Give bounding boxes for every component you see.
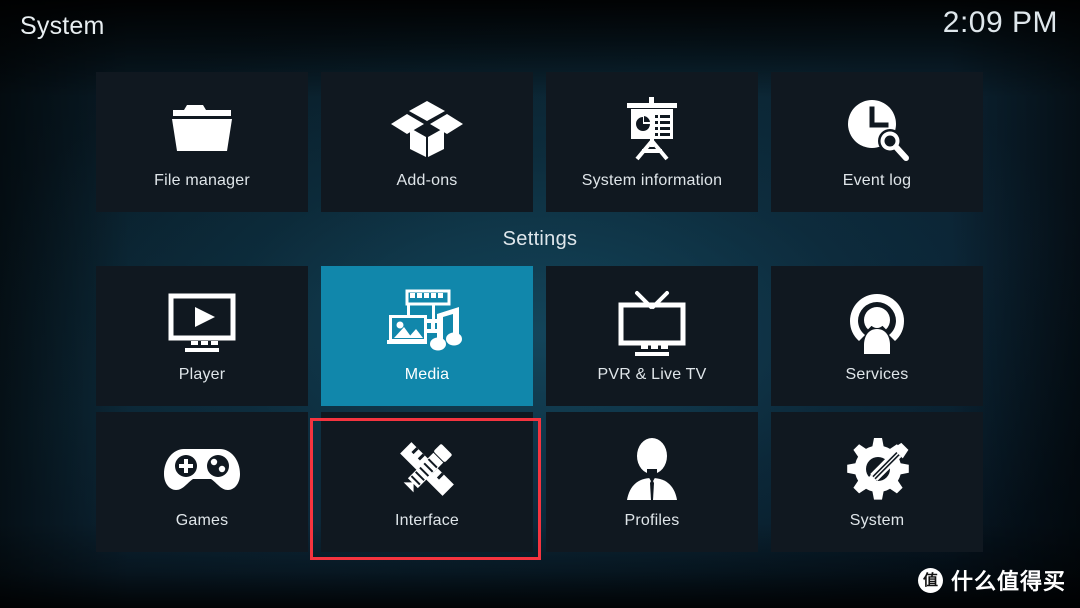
tile-label: Media (404, 366, 450, 383)
tile-label: System information (581, 172, 723, 189)
tile-label: Profiles (624, 512, 680, 529)
tile-media[interactable]: Media (321, 266, 533, 406)
tile-label: File manager (154, 172, 250, 189)
tile-interface[interactable]: Interface (321, 412, 533, 552)
tile-system-information[interactable]: System information (546, 72, 758, 212)
presentation-board-icon (546, 92, 758, 166)
tile-label: Player (178, 366, 226, 383)
pencil-ruler-icon (321, 432, 533, 506)
tile-label: Interface (394, 512, 460, 529)
tile-pvr-live-tv[interactable]: PVR & Live TV (546, 266, 758, 406)
tile-player[interactable]: Player (96, 266, 308, 406)
tv-antenna-icon (546, 286, 758, 360)
media-filmstrip-photo-music-icon (321, 286, 533, 360)
person-bust-icon (546, 432, 758, 506)
watermark-text: 什么值得买 (950, 570, 1066, 595)
tile-label: Games (175, 512, 229, 529)
person-broadcast-icon (771, 286, 983, 360)
tile-profiles[interactable]: Profiles (546, 412, 758, 552)
settings-row-1: Player Media PVR & Live TV Services (96, 266, 984, 406)
gear-screwdriver-icon (771, 432, 983, 506)
watermark: 值 什么值得买 (917, 564, 1066, 596)
settings-row-2: Games Interface Profiles System (96, 412, 984, 552)
settings-section-label: Settings (502, 228, 578, 250)
tile-label: Add-ons (396, 172, 458, 189)
tile-system[interactable]: System (771, 412, 983, 552)
tile-label: PVR & Live TV (597, 366, 707, 383)
header-bar: System 2:09 PM (0, 0, 1080, 60)
kodi-system-screen: System 2:09 PM File manager Add-ons Syst… (0, 0, 1080, 608)
page-title: System (20, 12, 105, 40)
top-row: File manager Add-ons System information … (96, 72, 984, 212)
monitor-play-icon (96, 286, 308, 360)
folder-icon (96, 92, 308, 166)
tile-label: Event log (842, 172, 912, 189)
tile-label: System (849, 512, 905, 529)
tile-games[interactable]: Games (96, 412, 308, 552)
tile-services[interactable]: Services (771, 266, 983, 406)
open-box-icon (321, 92, 533, 166)
tile-event-log[interactable]: Event log (771, 72, 983, 212)
tile-file-manager[interactable]: File manager (96, 72, 308, 212)
gamepad-icon (96, 432, 308, 506)
clock-search-icon (771, 92, 983, 166)
clock: 2:09 PM (942, 6, 1058, 39)
tile-label: Services (845, 366, 909, 383)
tile-add-ons[interactable]: Add-ons (321, 72, 533, 212)
watermark-badge: 值 (917, 567, 943, 593)
system-menu-grid: File manager Add-ons System information … (96, 72, 984, 552)
